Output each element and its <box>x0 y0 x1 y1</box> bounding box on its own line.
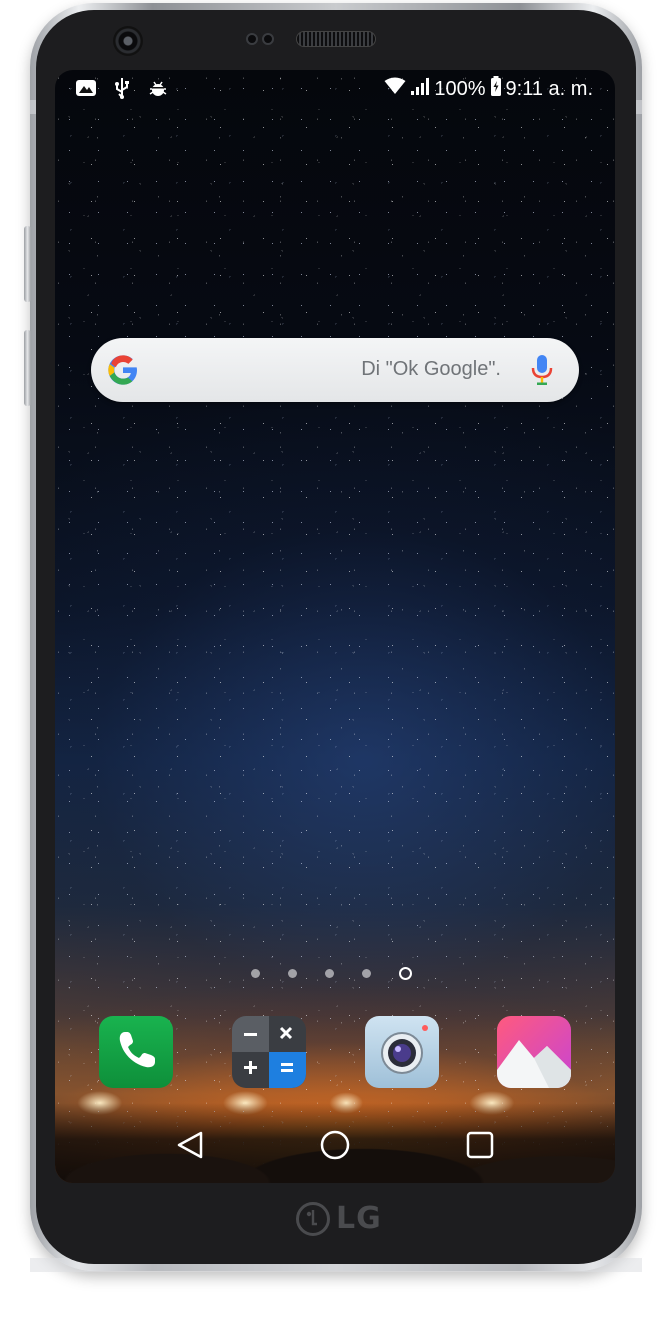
lg-brand-text: LG <box>336 1201 382 1236</box>
light-sensor <box>262 33 274 45</box>
google-g-icon <box>108 355 137 385</box>
proximity-sensor <box>246 33 258 45</box>
page-dot-active[interactable] <box>399 967 412 980</box>
navigation-bar <box>55 1110 615 1180</box>
volume-down-button[interactable] <box>24 330 31 406</box>
status-bar[interactable]: 100% 9:11 a. m. <box>55 70 615 106</box>
page-indicator[interactable] <box>251 967 412 980</box>
search-hint: Di "Ok Google". <box>361 358 501 380</box>
android-debug-icon <box>147 78 169 98</box>
calculator-app-icon[interactable] <box>232 1016 306 1088</box>
gallery-app-icon[interactable] <box>497 1016 571 1088</box>
page-dot[interactable] <box>251 969 260 978</box>
front-camera <box>113 26 143 56</box>
google-search-widget[interactable]: Di "Ok Google". <box>91 338 579 402</box>
home-button[interactable] <box>318 1128 352 1162</box>
lg-brand-logo: LG <box>296 1201 382 1236</box>
back-button[interactable] <box>173 1128 207 1162</box>
home-screen: 100% 9:11 a. m. Di "Ok Google". <box>55 70 615 1183</box>
lg-circle-icon <box>296 1201 330 1236</box>
volume-up-button[interactable] <box>24 226 31 302</box>
gallery-notification-icon <box>75 78 97 98</box>
page-dot[interactable] <box>325 969 334 978</box>
earpiece-speaker <box>296 31 376 47</box>
usb-icon <box>111 78 133 99</box>
phone-app-icon[interactable] <box>99 1016 173 1088</box>
clock-time: 9:11 a. m. <box>505 77 593 100</box>
camera-app-icon[interactable] <box>365 1016 439 1088</box>
app-dock <box>99 1016 571 1090</box>
microphone-icon[interactable] <box>531 354 553 386</box>
battery-charging-icon <box>490 76 502 102</box>
page-dot[interactable] <box>288 969 297 978</box>
battery-percent: 100% <box>434 77 486 100</box>
wifi-icon <box>384 77 406 101</box>
signal-bars-icon <box>410 77 430 101</box>
recents-button[interactable] <box>463 1128 497 1162</box>
page-dot[interactable] <box>362 969 371 978</box>
